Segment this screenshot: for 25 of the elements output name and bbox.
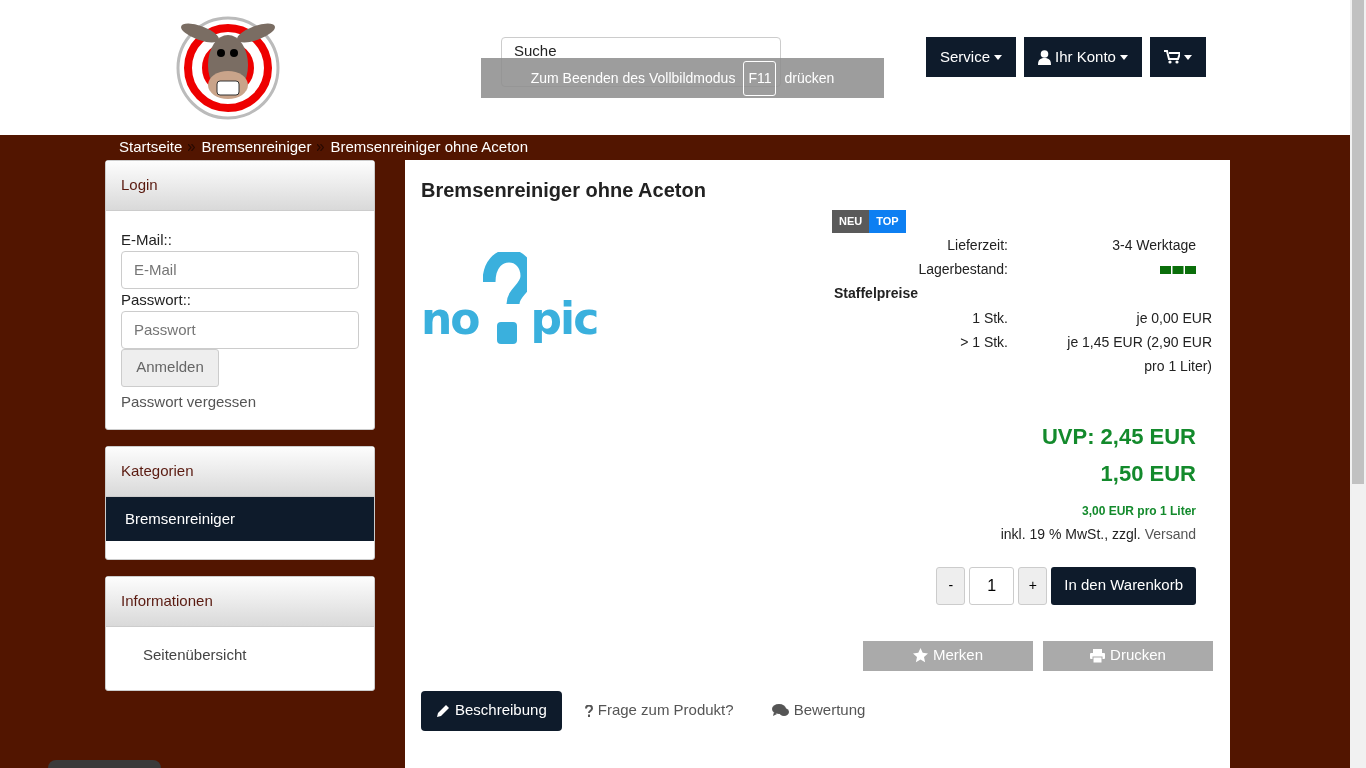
- fullscreen-notice-text: drücken: [784, 68, 835, 88]
- tier-prices-heading: Staffelpreise: [833, 283, 920, 303]
- panel-header: Informationen: [106, 577, 374, 627]
- product-price: 1,50 EUR: [1099, 459, 1196, 488]
- product-title: Bremsenreiniger ohne Aceton: [421, 178, 707, 202]
- detail-value: 3-4 Werktage: [1112, 236, 1196, 253]
- unit-price: 3,00 EUR pro 1 Liter: [1080, 502, 1196, 520]
- detail-label: Lieferzeit:: [946, 235, 1008, 255]
- product-tag: NEU: [832, 210, 870, 233]
- tier-price: je 0,00 EUR: [1135, 308, 1212, 328]
- tier-price: je 1,45 EUR (2,90 EUR pro 1 Liter): [1066, 332, 1212, 376]
- product-tag: TOP: [869, 210, 906, 233]
- rrp-price: UVP: 2,45 EUR: [1040, 422, 1196, 451]
- tier-quantity: 1 Stk.: [971, 308, 1008, 328]
- keyboard-key: F11: [743, 60, 777, 96]
- field-label: Passwort::: [121, 289, 193, 310]
- image-text: pic: [530, 292, 598, 346]
- panel-header: Login: [106, 161, 374, 211]
- fullscreen-notice-text: Zum Beenden des Vollbildmodus: [530, 68, 736, 88]
- tax-note: inkl. 19 % MwSt., zzgl. Versand: [999, 524, 1196, 544]
- image-text: no: [421, 292, 479, 346]
- field-label: E-Mail::: [121, 229, 173, 250]
- tier-quantity: > 1 Stk.: [959, 332, 1008, 352]
- detail-label: Lagerbestand:: [917, 259, 1008, 279]
- panel-header: Kategorien: [106, 447, 374, 497]
